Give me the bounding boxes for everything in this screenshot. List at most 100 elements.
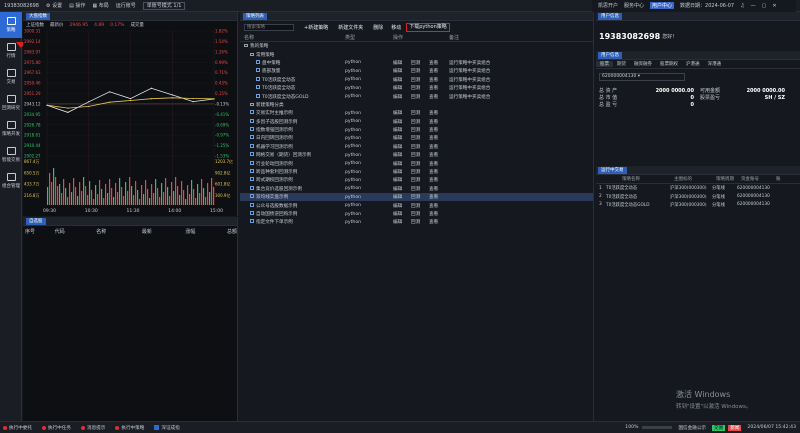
edit-link[interactable]: 编辑 <box>393 94 411 100</box>
backtest-link[interactable]: 回测 <box>411 177 429 183</box>
view-link[interactable]: 查看 <box>429 94 449 100</box>
col-run-more[interactable]: 账 <box>776 176 781 182</box>
running-tag[interactable]: 运行中交易 <box>598 166 627 174</box>
edit-link[interactable]: 编辑 <box>393 203 411 209</box>
view-link[interactable]: 查看 <box>429 85 449 91</box>
trade-status-badge[interactable]: 交易 <box>712 424 726 431</box>
strategy-row[interactable]: 跨式期权回测示例 python 编辑 回测 查看 <box>240 176 593 184</box>
backtest-link[interactable]: 回测 <box>411 77 429 83</box>
col-change[interactable]: 涨幅 <box>185 228 227 235</box>
status-messages[interactable]: 消息提示 <box>80 425 105 431</box>
settings-menu[interactable]: ⚙ 设置 <box>46 2 62 9</box>
tab-futures[interactable]: 期货 <box>613 61 630 67</box>
backtest-link[interactable]: 回测 <box>411 119 429 125</box>
edit-link[interactable]: 编辑 <box>393 194 411 200</box>
col-total[interactable]: 总额 <box>227 228 237 235</box>
edit-link[interactable]: 编辑 <box>393 127 411 133</box>
strategy-folder-row[interactable]: 新建策略分类 <box>240 101 593 109</box>
edit-link[interactable]: 编辑 <box>393 135 411 141</box>
view-link[interactable]: 查看 <box>429 203 449 209</box>
strategy-folder-row[interactable]: 常用策略 <box>240 50 593 58</box>
col-run-stock[interactable]: 主图标的 <box>674 176 716 182</box>
col-strategy-op[interactable]: 操作 <box>393 34 449 41</box>
tab-shenzhen-hk[interactable]: 深港通 <box>704 61 726 67</box>
service-center-link[interactable]: 服务中心 <box>624 2 644 9</box>
edit-link[interactable]: 编辑 <box>393 152 411 158</box>
strategy-row[interactable]: T0活跃度全动态 python 编辑 回测 查看 运行策略中买卖组合 <box>240 76 593 84</box>
view-link[interactable]: 查看 <box>429 211 449 217</box>
strategy-row[interactable]: 集合竞价选股回测示例 python 编辑 回测 查看 <box>240 185 593 193</box>
col-latest[interactable]: 最新 <box>142 228 186 235</box>
user-center-button[interactable]: 用户中心 <box>650 2 675 9</box>
sidebar-item-smart[interactable]: 智能交易 <box>0 142 22 168</box>
strategy-folder-row[interactable]: 我的策略 <box>240 42 593 50</box>
view-link[interactable]: 查看 <box>429 186 449 192</box>
user-info-tag[interactable]: 用户信息 <box>598 12 622 20</box>
view-link[interactable]: 查看 <box>429 144 449 150</box>
sidebar-item-develop[interactable]: 策略开发 <box>0 116 22 142</box>
backtest-link[interactable]: 回测 <box>411 186 429 192</box>
watchlist-tag[interactable]: 自选股 <box>26 217 46 225</box>
tab-shanghai-hk[interactable]: 沪港通 <box>682 61 704 67</box>
download-python-button[interactable]: 下载python策略 <box>406 22 450 32</box>
col-run-name[interactable]: 策略名称 <box>622 176 674 182</box>
open-account-link[interactable]: 凯思开户 <box>598 2 618 9</box>
edit-link[interactable]: 编辑 <box>393 211 411 217</box>
account-info-tag[interactable]: 用户信息 <box>598 51 622 59</box>
running-row[interactable]: 3 T0活跃度全动态GOLD 沪深300(000300) 分笔线 62000000413… <box>596 201 800 209</box>
strategy-row[interactable]: 机器学习回测示例 python 编辑 回测 查看 <box>240 143 593 151</box>
edit-link[interactable]: 编辑 <box>393 144 411 150</box>
view-link[interactable]: 查看 <box>429 135 449 141</box>
running-row[interactable]: 1 T0活跃度全动态 沪深300(000300) 分笔线 620000004130 <box>596 184 800 192</box>
strategy-row[interactable]: 盘中策略 python 编辑 回测 查看 运行策略中买卖组合 <box>240 59 593 67</box>
col-code[interactable]: 代码 <box>55 228 97 235</box>
col-strategy-type[interactable]: 类型 <box>345 34 393 41</box>
edit-link[interactable]: 编辑 <box>393 85 411 91</box>
view-link[interactable]: 查看 <box>429 219 449 225</box>
strategy-row[interactable]: 交易实时主推示例 python 编辑 回测 查看 <box>240 109 593 117</box>
edit-link[interactable]: 编辑 <box>393 219 411 225</box>
edit-link[interactable]: 编辑 <box>393 186 411 192</box>
strategy-row[interactable]: T0活跃度全动态GOLD python 编辑 回测 查看 运行策略中买卖组合 <box>240 92 593 100</box>
sidebar-item-market[interactable]: 行情 <box>0 38 22 64</box>
view-link[interactable]: 查看 <box>429 177 449 183</box>
strategy-tag[interactable]: 策略列表 <box>243 12 267 20</box>
col-name[interactable]: 名称 <box>96 228 142 235</box>
strategy-row[interactable]: 指定文件下单示例 python 编辑 回测 查看 <box>240 218 593 226</box>
strategy-row[interactable]: T0活跃度全动态 python 编辑 回测 查看 运行策略中买卖组合 <box>240 84 593 92</box>
tab-stock[interactable]: 股票 <box>596 61 613 67</box>
index-chart-svg[interactable]: 3000.31 2992.14 2983.97 2975.80 2967.63 2959.… <box>23 29 238 216</box>
backtest-link[interactable]: 回测 <box>411 152 429 158</box>
strategy-row[interactable]: 双均线实盘示例 python 编辑 回测 查看 <box>240 193 593 202</box>
maximize-icon[interactable]: ▢ <box>762 3 767 9</box>
layout-menu[interactable]: ▦ 布局 <box>92 2 108 9</box>
strategy-row[interactable]: 跨品种套利回测示例 python 编辑 回测 查看 <box>240 168 593 176</box>
col-run-account[interactable]: 资金账号 <box>741 176 776 182</box>
view-link[interactable]: 查看 <box>429 152 449 158</box>
new-strategy-button[interactable]: +新建策略 <box>304 24 328 31</box>
backtest-link[interactable]: 回测 <box>411 169 429 175</box>
col-index[interactable]: 序号 <box>25 228 55 235</box>
new-folder-button[interactable]: 新建文件夹 <box>338 24 363 31</box>
backtest-link[interactable]: 回测 <box>411 211 429 217</box>
strategy-row[interactable]: 公众号选股数据示例 python 编辑 回测 查看 <box>240 201 593 209</box>
zoom-level[interactable]: 100% <box>625 425 638 430</box>
edit-link[interactable]: 编辑 <box>393 169 411 175</box>
view-link[interactable]: 查看 <box>429 169 449 175</box>
edit-link[interactable]: 编辑 <box>393 77 411 83</box>
edit-link[interactable]: 编辑 <box>393 177 411 183</box>
status-shenzhen-index[interactable]: 深证成指 <box>154 425 180 431</box>
zoom-slider[interactable] <box>642 426 673 429</box>
view-link[interactable]: 查看 <box>429 161 449 167</box>
tab-options[interactable]: 股票期权 <box>656 61 682 67</box>
edit-link[interactable]: 编辑 <box>393 68 411 74</box>
index-tag[interactable]: 大盘指数 <box>26 12 50 20</box>
col-run-period[interactable]: 策略周期 <box>716 176 741 182</box>
view-link[interactable]: 查看 <box>429 110 449 116</box>
strategy-row[interactable]: 网格交易（期货）回测示例 python 编辑 回测 查看 <box>240 151 593 159</box>
operate-menu[interactable]: ▤ 操作 <box>69 2 85 9</box>
edit-link[interactable]: 编辑 <box>393 161 411 167</box>
backtest-link[interactable]: 回测 <box>411 144 429 150</box>
strategy-row[interactable]: 日内回转回测示例 python 编辑 回测 查看 <box>240 134 593 142</box>
edit-link[interactable]: 编辑 <box>393 60 411 66</box>
